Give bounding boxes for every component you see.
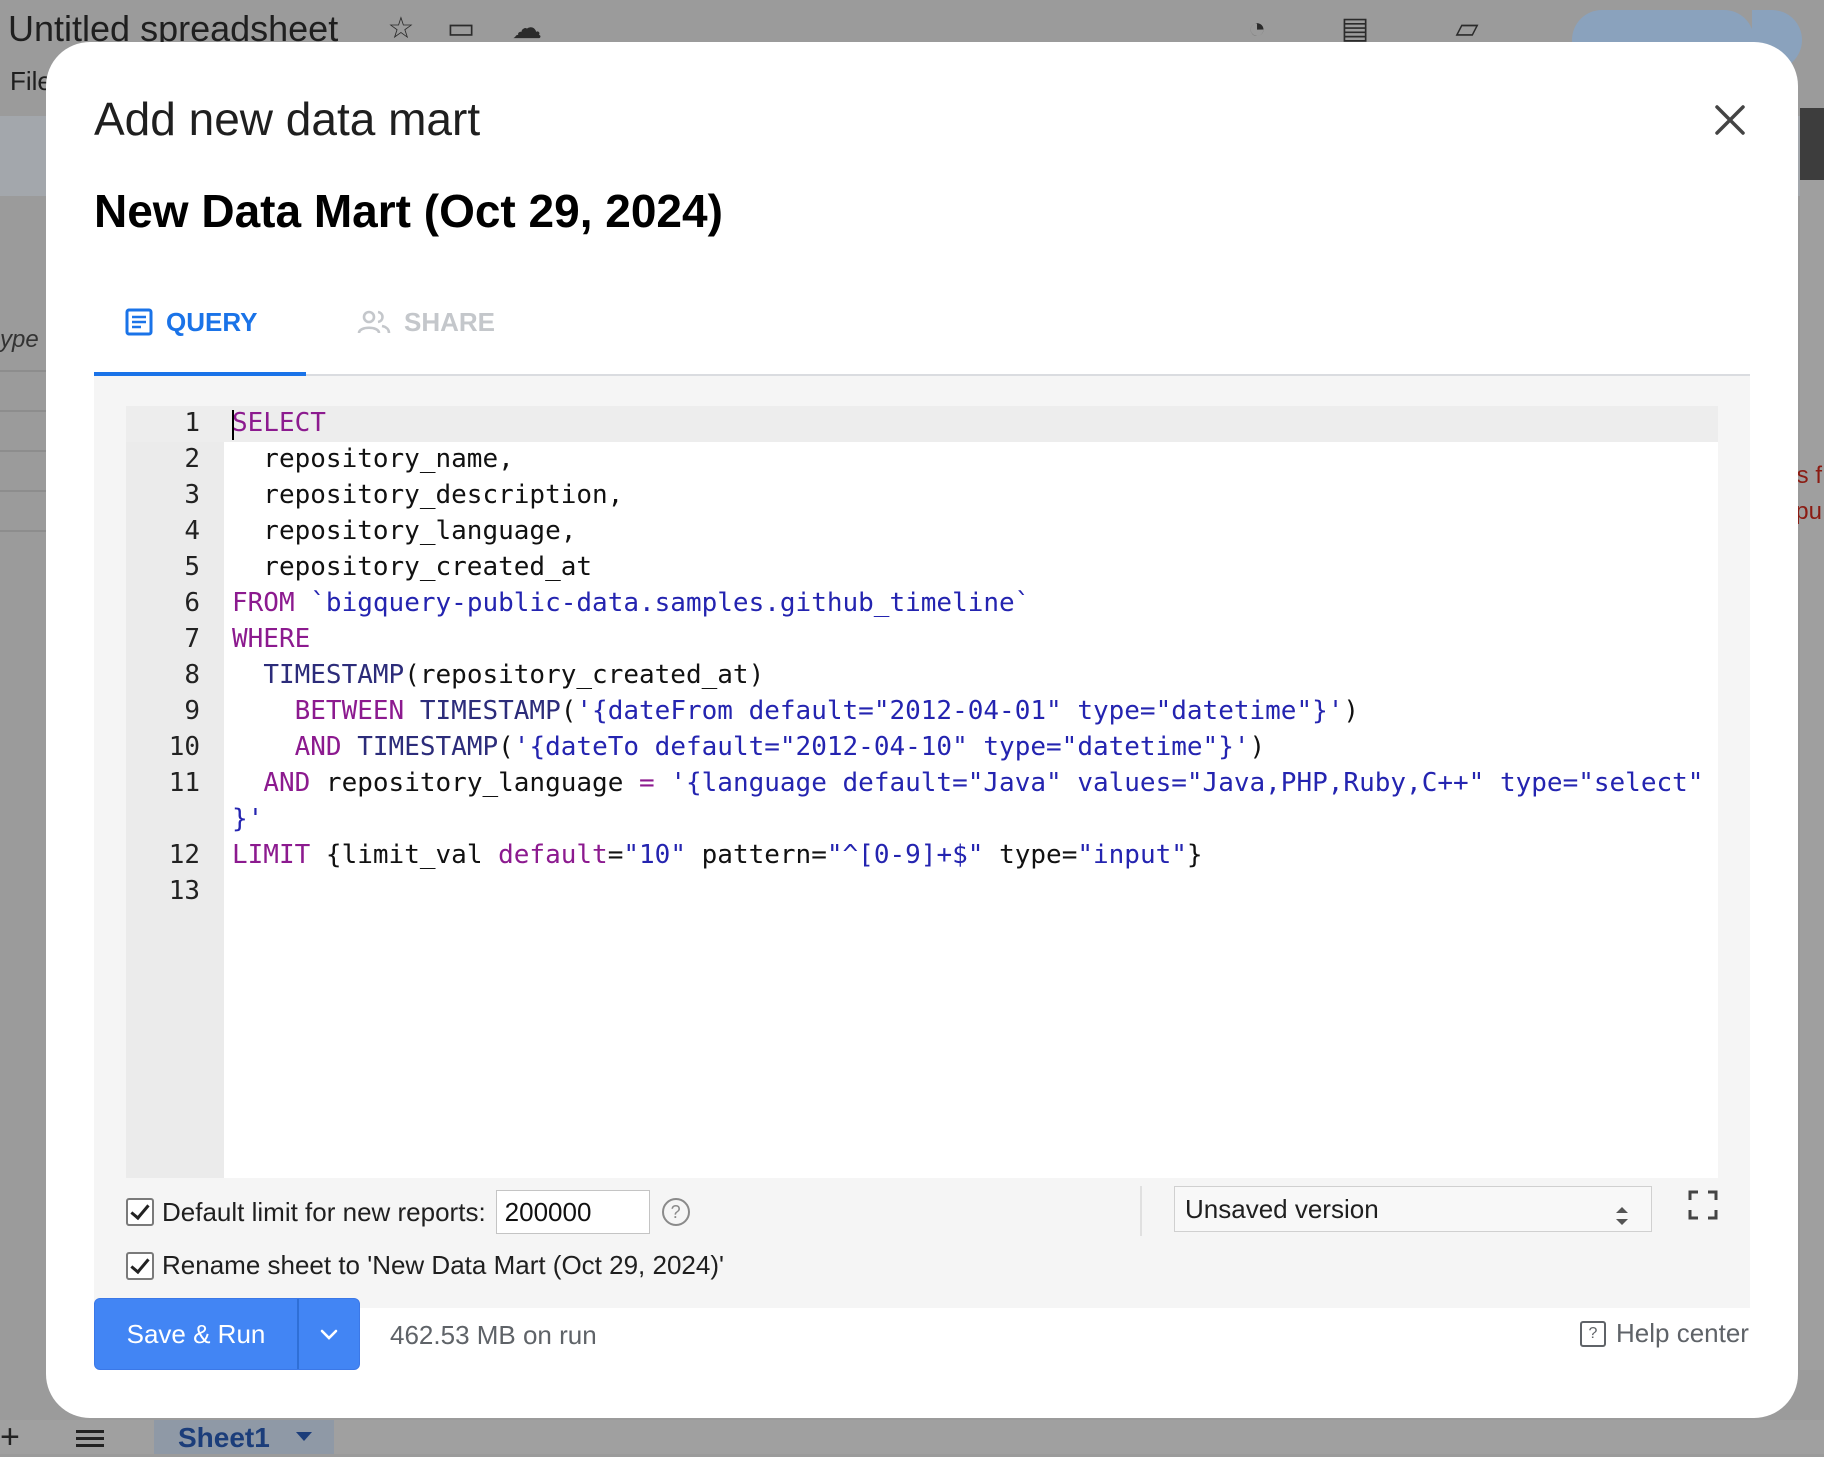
- default-limit-input[interactable]: [495, 1190, 650, 1234]
- code-text: }': [232, 804, 264, 834]
- divider: [1140, 1186, 1142, 1236]
- grid-line: [0, 410, 50, 412]
- code-line: 9 BETWEEN TIMESTAMP('{dateFrom default="…: [126, 694, 1718, 730]
- column-label-fragment: ype: [0, 326, 39, 353]
- right-panel-dark-bg: [1800, 108, 1824, 180]
- fullscreen-icon[interactable]: [1688, 1190, 1718, 1220]
- line-number: 7: [184, 624, 200, 654]
- grid-line: [0, 530, 50, 532]
- grid-line: [0, 450, 50, 452]
- rename-sheet-row: Rename sheet to 'New Data Mart (Oct 29, …: [126, 1250, 724, 1281]
- default-limit-checkbox[interactable]: [126, 1198, 154, 1226]
- tab-query-label: QUERY: [166, 306, 258, 337]
- code-text: TIMESTAMP(repository_created_at): [263, 660, 765, 690]
- code-line: }': [126, 802, 1718, 838]
- version-select-value: Unsaved version: [1185, 1194, 1379, 1224]
- line-number: 6: [184, 588, 200, 618]
- code-text: repository_language,: [232, 516, 577, 546]
- help-circle-icon[interactable]: ?: [661, 1198, 690, 1226]
- dialog-heading: Add new data mart: [94, 93, 481, 145]
- text-cursor: [232, 410, 234, 440]
- line-number: 2: [184, 444, 200, 474]
- line-number: 4: [184, 516, 200, 546]
- query-size-estimate: 462.53 MB on run: [390, 1320, 597, 1350]
- grid-line: [0, 370, 50, 372]
- code-line: 13: [126, 874, 1718, 910]
- code-line: 3 repository_description,: [126, 478, 1718, 514]
- default-limit-label: Default limit for new reports:: [162, 1196, 486, 1227]
- star-icon: ☆: [387, 12, 415, 45]
- code-text: LIMIT {limit_val default="10" pattern="^…: [232, 840, 1203, 870]
- help-icon: ?: [1580, 1320, 1606, 1347]
- code-text: FROM `bigquery-public-data.samples.githu…: [232, 588, 1031, 618]
- grid-line: [0, 490, 50, 492]
- sheet-tab-caret-icon: [296, 1432, 312, 1441]
- line-number: 13: [168, 876, 200, 906]
- select-arrows-icon: [1615, 1197, 1629, 1241]
- people-icon: [356, 308, 392, 336]
- rename-sheet-label: Rename sheet to 'New Data Mart (Oct 29, …: [162, 1250, 724, 1280]
- line-number: 3: [184, 480, 200, 510]
- tab-query[interactable]: QUERY: [94, 272, 306, 376]
- all-sheets-icon: [76, 1430, 104, 1448]
- add-sheet-icon: +: [0, 1418, 20, 1456]
- help-center-label: Help center: [1616, 1318, 1749, 1348]
- meet-icon: ▱: [1455, 12, 1479, 45]
- move-icon: ▭: [446, 12, 476, 45]
- code-line: 8 TIMESTAMP(repository_created_at): [126, 658, 1718, 694]
- code-text: BETWEEN TIMESTAMP('{dateFrom default="20…: [294, 696, 1360, 726]
- query-panel: 1 SELECT 2 repository_name, 3 repository…: [94, 376, 1750, 1308]
- default-limit-row: Default limit for new reports: ?: [126, 1190, 690, 1234]
- add-data-mart-dialog: Add new data mart New Data Mart (Oct 29,…: [46, 42, 1798, 1418]
- code-line: 5 repository_created_at: [126, 550, 1718, 586]
- help-center-link[interactable]: ? Help center: [1580, 1318, 1749, 1349]
- sheet-tab-label: Sheet1: [178, 1422, 270, 1453]
- run-options-dropdown[interactable]: [299, 1299, 359, 1369]
- dialog-tabs: QUERY SHARE: [94, 272, 1750, 376]
- code-text: AND repository_language = '{language def…: [263, 768, 1704, 798]
- sql-editor[interactable]: 1 SELECT 2 repository_name, 3 repository…: [126, 406, 1718, 1178]
- code-line: 4 repository_language,: [126, 514, 1718, 550]
- code-line: 7 WHERE: [126, 622, 1718, 658]
- history-icon: ◔: [1247, 12, 1267, 45]
- line-number: 10: [168, 732, 200, 762]
- code-line: 10 AND TIMESTAMP('{dateTo default="2012-…: [126, 730, 1718, 766]
- right-panel-bg: [1800, 110, 1824, 1370]
- tab-share-label: SHARE: [404, 306, 496, 337]
- code-text: repository_created_at: [232, 552, 593, 582]
- close-icon[interactable]: [1708, 98, 1752, 142]
- document-icon: [124, 307, 154, 337]
- code-line: 12 LIMIT {limit_val default="10" pattern…: [126, 838, 1718, 874]
- code-text: repository_description,: [232, 480, 624, 510]
- bg-red-text-1: s f: [1796, 462, 1822, 489]
- line-number: 8: [184, 660, 200, 690]
- line-number: 5: [184, 552, 200, 582]
- code-text: repository_name,: [232, 444, 514, 474]
- line-number: 9: [184, 696, 200, 726]
- version-select[interactable]: Unsaved version: [1174, 1186, 1652, 1232]
- tab-share[interactable]: SHARE: [356, 272, 495, 372]
- code-text: SELECT: [232, 408, 326, 438]
- bg-red-text-2: pu: [1795, 498, 1822, 525]
- code-text: AND TIMESTAMP('{dateTo default="2012-04-…: [294, 732, 1266, 762]
- save-and-run-button[interactable]: Save & Run: [95, 1299, 297, 1369]
- code-line: 1 SELECT: [126, 406, 1718, 442]
- code-line: 2 repository_name,: [126, 442, 1718, 478]
- code-line: 11 AND repository_language = '{language …: [126, 766, 1718, 802]
- line-number: 1: [184, 408, 200, 438]
- code-line: 6 FROM `bigquery-public-data.samples.git…: [126, 586, 1718, 622]
- cloud-status-icon: ☁: [512, 12, 542, 45]
- line-number: 11: [168, 768, 200, 798]
- save-and-run-button-group: Save & Run: [94, 1298, 360, 1370]
- chevron-down-icon: [320, 1329, 338, 1340]
- line-number: 12: [168, 840, 200, 870]
- comment-icon: ▤: [1340, 12, 1370, 45]
- rename-sheet-checkbox[interactable]: [126, 1251, 154, 1280]
- code-text: WHERE: [232, 624, 311, 654]
- data-mart-title[interactable]: New Data Mart (Oct 29, 2024): [94, 184, 723, 238]
